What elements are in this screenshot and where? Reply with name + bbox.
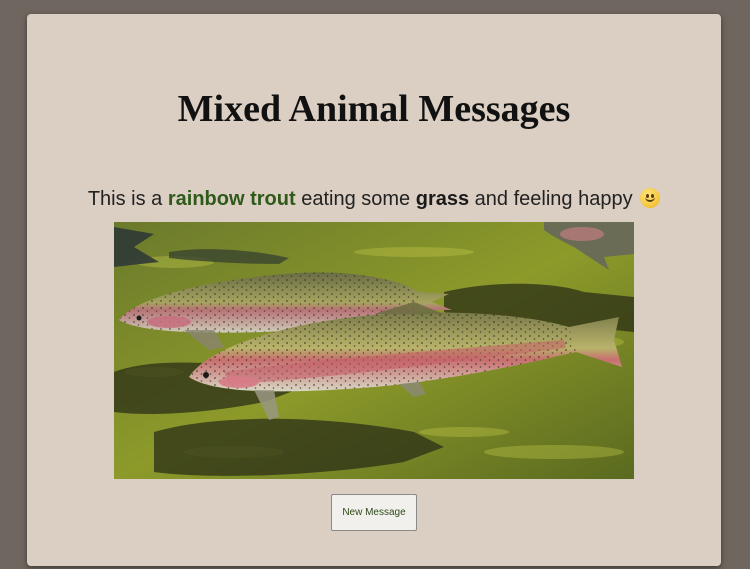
page-title: Mixed Animal Messages bbox=[177, 88, 571, 130]
message-animal: rainbow trout bbox=[167, 188, 296, 210]
message-food: grass bbox=[415, 188, 470, 210]
animal-message: This is a rainbow trout eating some gras… bbox=[27, 188, 721, 211]
message-middle: eating some bbox=[301, 188, 411, 210]
slightly-smiling-face-icon bbox=[640, 188, 661, 208]
message-card: Mixed Animal Messages This is a rainbow … bbox=[27, 14, 721, 566]
new-message-button[interactable]: New Message bbox=[331, 494, 417, 531]
animal-photo bbox=[114, 222, 634, 479]
message-suffix: and feeling happy bbox=[474, 188, 633, 210]
message-prefix: This is a bbox=[87, 188, 163, 210]
